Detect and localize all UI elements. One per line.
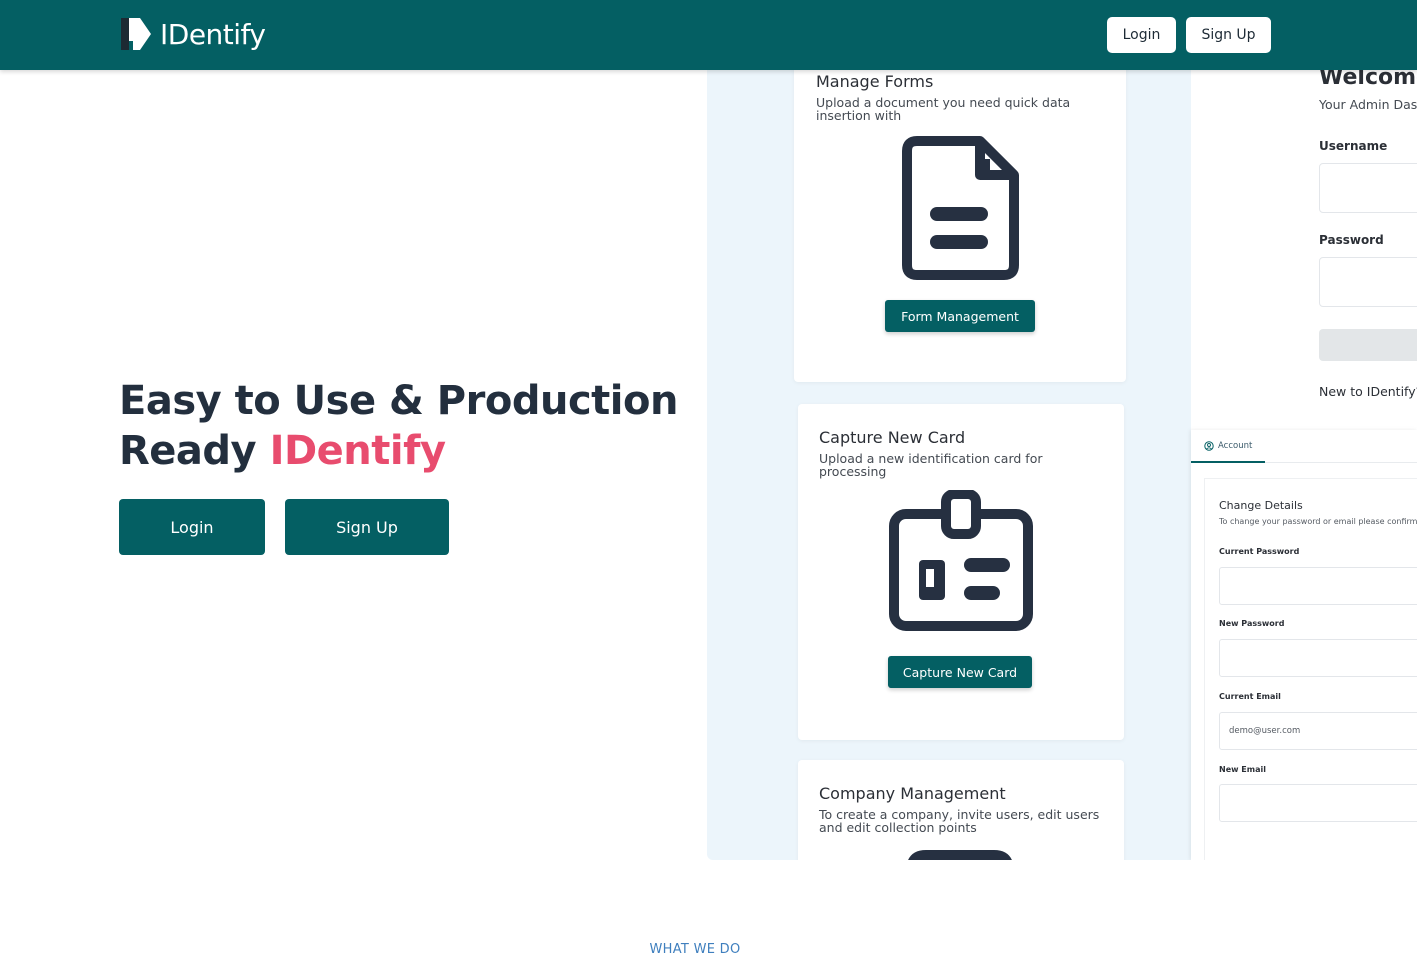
password-label: Password [1319, 233, 1384, 247]
new-email-input[interactable] [1219, 784, 1417, 822]
account-tabbar: Account [1191, 430, 1417, 463]
current-password-input[interactable] [1219, 567, 1417, 605]
login-welcome: Welcome [1319, 70, 1417, 90]
change-details-form: Change Details To change your password o… [1204, 478, 1417, 860]
hero-title-accent: IDentify [269, 428, 447, 474]
brand[interactable]: IDentify [120, 14, 266, 54]
hero-title-line1: Easy to Use & Production [119, 378, 678, 424]
signup-prompt[interactable]: New to IDentify? [1319, 384, 1417, 399]
form-management-button[interactable]: Form Management [885, 300, 1035, 332]
new-password-input[interactable] [1219, 639, 1417, 677]
hero-title: Easy to Use & Production Ready IDentify [119, 376, 679, 476]
nav-login-button[interactable]: Login [1107, 17, 1176, 53]
password-input[interactable] [1319, 257, 1417, 307]
account-panel: Account Change Details To change your pa… [1191, 430, 1417, 860]
card-description: Upload a document you need quick data in… [816, 95, 1071, 123]
id-card-icon [889, 490, 1033, 631]
username-input[interactable] [1319, 163, 1417, 213]
new-email-label: New Email [1219, 765, 1266, 774]
username-label: Username [1319, 139, 1388, 153]
current-email-label: Current Email [1219, 692, 1281, 701]
tab-account[interactable]: Account [1191, 430, 1265, 463]
what-we-do-label: WHAT WE DO [649, 942, 741, 957]
manage-forms-card: Manage Forms Upload a document you need … [794, 70, 1126, 382]
new-password-label: New Password [1219, 619, 1285, 628]
login-subtitle: Your Admin Das [1319, 97, 1417, 112]
tab-account-label: Account [1218, 440, 1253, 451]
change-details-subtitle: To change your password or email please … [1219, 517, 1417, 526]
company-management-card: Company Management To create a company, … [798, 760, 1124, 860]
brand-name: IDentify [160, 17, 266, 51]
nav-signup-button[interactable]: Sign Up [1186, 17, 1271, 53]
capture-new-card-button[interactable]: Capture New Card [888, 656, 1032, 688]
login-submit-button[interactable] [1319, 329, 1417, 361]
login-panel: Welcome Your Admin Das Username Password… [1291, 70, 1417, 425]
current-email-input[interactable]: demo@user.com [1219, 712, 1417, 750]
document-icon [902, 136, 1019, 280]
hero-login-button[interactable]: Login [119, 499, 265, 555]
capture-card-card: Capture New Card Upload a new identifica… [798, 404, 1124, 740]
hero-title-line2: Ready [119, 428, 270, 474]
card-title: Company Management [819, 784, 1006, 803]
card-title: Manage Forms [816, 72, 934, 91]
change-details-heading: Change Details [1219, 499, 1303, 512]
user-circle-icon [1204, 440, 1214, 451]
app-showcase: Manage Forms Upload a document you need … [707, 70, 1417, 860]
card-title: Capture New Card [819, 428, 966, 447]
current-password-label: Current Password [1219, 547, 1300, 556]
card-description: To create a company, invite users, edit … [819, 807, 1100, 835]
card-description: Upload a new identification card for pro… [819, 451, 1043, 479]
navbar: IDentify Login Sign Up [0, 0, 1417, 70]
identify-logo-icon [121, 18, 151, 50]
hero-signup-button[interactable]: Sign Up [285, 499, 449, 555]
company-icon [908, 850, 1012, 860]
